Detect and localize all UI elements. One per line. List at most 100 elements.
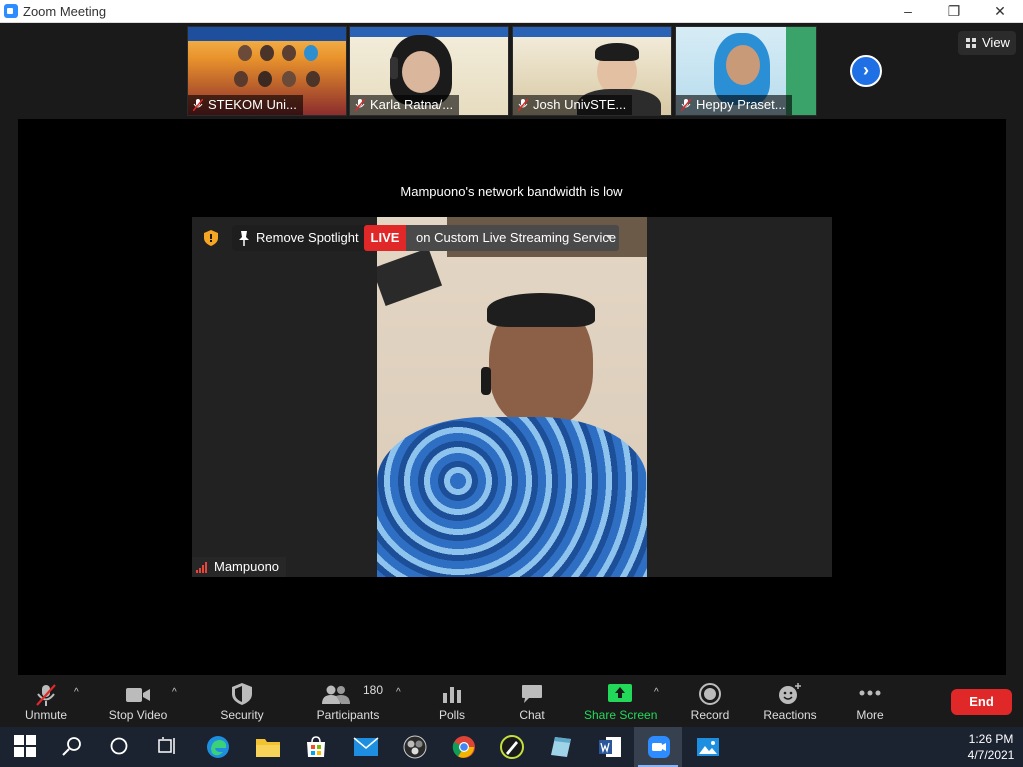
headset-icon — [481, 367, 491, 395]
file-explorer-icon[interactable] — [255, 736, 281, 758]
participant-thumbnail[interactable]: Heppy Praset... — [675, 26, 817, 116]
speaker-hair — [487, 293, 595, 327]
close-button[interactable]: ✕ — [977, 0, 1023, 23]
view-label: View — [982, 35, 1010, 50]
mic-muted-icon — [518, 99, 528, 111]
live-service-label: on Custom Live Streaming Service — [416, 230, 617, 245]
reactions-label: Reactions — [763, 708, 817, 722]
shield-icon — [232, 683, 252, 705]
notepad-icon[interactable] — [549, 735, 573, 759]
poster-photo — [304, 45, 318, 61]
participants-button[interactable]: 180 Participants — [312, 675, 384, 727]
word-icon[interactable] — [598, 735, 622, 759]
search-icon[interactable] — [62, 736, 82, 756]
poster-photo — [282, 71, 296, 87]
participant-name: Karla Ratna/... — [350, 95, 460, 115]
participant-thumbnail[interactable]: Karla Ratna/... — [349, 26, 509, 116]
polls-label: Polls — [438, 708, 465, 722]
next-page-button[interactable]: › — [850, 55, 882, 87]
share-screen-icon — [608, 684, 632, 702]
poster-photo — [282, 45, 296, 61]
mic-muted-icon — [681, 99, 691, 111]
stop-video-button[interactable]: Stop Video — [104, 675, 172, 727]
unmute-label: Unmute — [24, 708, 68, 722]
video-options-chevron-icon[interactable]: ^ — [172, 687, 182, 698]
reactions-icon — [779, 683, 801, 704]
stop-video-label: Stop Video — [108, 708, 168, 722]
zoom-app-icon — [4, 4, 18, 18]
window-title: Zoom Meeting — [23, 4, 107, 19]
participant-thumbnail[interactable]: Josh UnivSTE... — [512, 26, 672, 116]
poster-photo — [238, 45, 252, 61]
edge-browser-icon[interactable] — [206, 735, 230, 759]
participant-hair — [595, 43, 639, 61]
zoom-app-icon[interactable] — [647, 735, 671, 759]
more-label: More — [856, 708, 884, 722]
speaker-name: Mampuono — [214, 559, 280, 574]
title-bar: Zoom Meeting – ❐ ✕ — [0, 0, 1023, 23]
speaker-name-tag: Mampuono — [192, 557, 286, 577]
photos-icon[interactable] — [696, 735, 720, 759]
restore-button[interactable]: ❐ — [931, 0, 977, 23]
webinar-poster-banner — [188, 27, 346, 41]
chevron-down-icon — [606, 235, 612, 239]
pin-icon — [239, 231, 249, 246]
poster-photo — [260, 45, 274, 61]
participants-label: Participants — [316, 708, 380, 722]
view-button[interactable]: View — [958, 31, 1016, 55]
participant-name: Josh UnivSTE... — [513, 95, 633, 115]
spotlight-label: Remove Spotlight — [256, 230, 359, 245]
mic-muted-icon — [355, 99, 365, 111]
audio-options-chevron-icon[interactable]: ^ — [74, 687, 84, 698]
record-button[interactable]: Record — [688, 675, 732, 727]
chat-label: Chat — [519, 708, 545, 722]
share-screen-button[interactable]: Share Screen — [584, 675, 657, 727]
polls-icon — [443, 687, 461, 703]
end-meeting-button[interactable]: End — [951, 689, 1012, 715]
windows-start-icon[interactable] — [14, 735, 36, 757]
participant-thumbnail[interactable]: STEKOM Uni... — [187, 26, 347, 116]
clock-time: 1:26 PM — [968, 732, 1014, 746]
video-camera-icon — [126, 688, 150, 702]
record-label: Record — [690, 708, 730, 722]
share-options-chevron-icon[interactable]: ^ — [654, 687, 664, 698]
poster-photo — [258, 71, 272, 87]
speaker-batik-shirt — [377, 417, 647, 577]
minimize-button[interactable]: – — [885, 0, 931, 23]
system-clock[interactable]: 1:26 PM 4/7/2021 — [960, 731, 1022, 763]
more-button[interactable]: More — [850, 675, 890, 727]
participant-face — [726, 45, 760, 85]
poster-photo — [306, 71, 320, 87]
chrome-browser-icon[interactable] — [452, 735, 476, 759]
participant-face — [402, 51, 440, 93]
record-icon — [699, 683, 721, 705]
polls-button[interactable]: Polls — [431, 675, 473, 727]
mail-icon[interactable] — [353, 737, 379, 757]
participant-name: Heppy Praset... — [676, 95, 792, 115]
microsoft-store-icon[interactable] — [304, 735, 328, 759]
remove-spotlight-button[interactable]: Remove Spotlight — [232, 225, 367, 251]
cortana-icon[interactable] — [110, 737, 128, 755]
speaker-camera-feed — [377, 217, 647, 577]
grid-view-icon — [966, 38, 977, 48]
unmute-button[interactable]: Unmute — [16, 675, 76, 727]
poster-photo — [234, 71, 248, 87]
chat-button[interactable]: Chat — [512, 675, 552, 727]
participants-icon — [322, 685, 350, 704]
live-stream-service-dropdown[interactable]: on Custom Live Streaming Service — [406, 225, 619, 251]
obs-studio-icon[interactable] — [403, 735, 427, 759]
chat-icon — [522, 685, 542, 703]
wall-object — [377, 247, 443, 307]
security-button[interactable]: Security — [214, 675, 270, 727]
participant-name: STEKOM Uni... — [188, 95, 303, 115]
headphones-icon — [390, 57, 398, 79]
live-badge: LIVE — [364, 225, 406, 251]
mic-muted-icon — [36, 684, 56, 706]
participant-count-badge: 180 — [363, 683, 384, 697]
signal-strength-icon — [196, 562, 210, 573]
participants-options-chevron-icon[interactable]: ^ — [396, 687, 406, 698]
task-view-icon[interactable] — [158, 737, 178, 755]
reactions-button[interactable]: Reactions — [762, 675, 818, 727]
security-label: Security — [220, 708, 264, 722]
inkscape-pen-icon[interactable] — [500, 735, 524, 759]
